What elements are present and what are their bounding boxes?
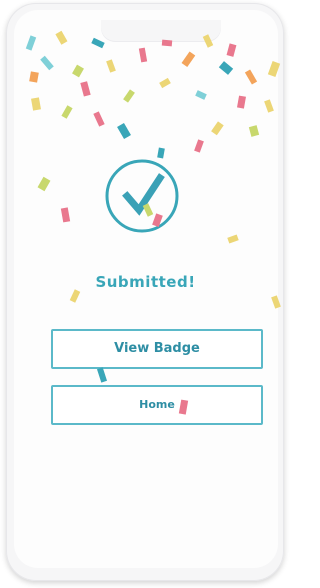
view-badge-label: View Badge [114, 341, 200, 356]
confetti-background [0, 0, 291, 588]
home-label: Home [139, 398, 175, 411]
checkmark-circle-icon [102, 156, 182, 236]
home-button[interactable]: Home [51, 385, 263, 425]
device-frame: Submitted! View Badge Home [0, 0, 291, 588]
view-badge-button[interactable]: View Badge [51, 329, 263, 369]
page-title: Submitted! [95, 273, 196, 291]
